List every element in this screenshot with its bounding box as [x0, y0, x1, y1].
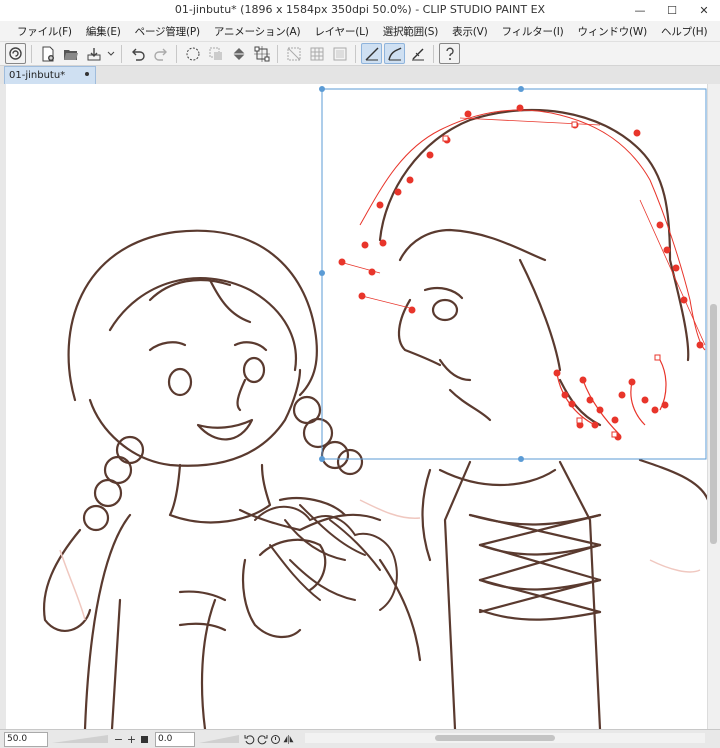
- new-file-icon[interactable]: [37, 43, 58, 64]
- horizontal-scrollbar[interactable]: [305, 733, 705, 743]
- border-icon[interactable]: [329, 43, 350, 64]
- vector-correct-icon[interactable]: [407, 43, 428, 64]
- minimize-button[interactable]: —: [624, 0, 656, 21]
- help-icon[interactable]: [439, 43, 460, 64]
- grid-icon[interactable]: [306, 43, 327, 64]
- artwork: [6, 84, 708, 729]
- tab-label: 01-jinbutu*: [9, 70, 66, 81]
- zoom-slider[interactable]: [52, 735, 108, 743]
- hide-selection-icon[interactable]: [283, 43, 304, 64]
- rotate-left-icon[interactable]: [243, 733, 256, 746]
- menu-edit[interactable]: 編集(E): [79, 24, 128, 39]
- title-bar: 01-jinbutu* (1896 x 1584px 350dpi 50.0%)…: [0, 0, 720, 21]
- unsaved-dot-icon: [85, 72, 89, 76]
- toolbar-separator: [176, 44, 177, 63]
- invert-selection-icon[interactable]: [205, 43, 226, 64]
- flip-icon[interactable]: [282, 733, 295, 746]
- open-file-icon[interactable]: [60, 43, 81, 64]
- toolbar-separator: [277, 44, 278, 63]
- zoom-in-button[interactable]: +: [125, 733, 138, 746]
- transform-icon[interactable]: [251, 43, 272, 64]
- menu-selection[interactable]: 選択範囲(S): [376, 24, 445, 39]
- document-tab-bar: 01-jinbutu*: [0, 66, 720, 85]
- save-dropdown-chevron-icon[interactable]: [106, 43, 116, 64]
- zoom-out-button[interactable]: −: [112, 733, 125, 746]
- fill-icon[interactable]: [228, 43, 249, 64]
- canvas[interactable]: [0, 84, 720, 729]
- redo-icon[interactable]: [150, 43, 171, 64]
- deselect-icon[interactable]: [182, 43, 203, 64]
- menu-bar: ファイル(F) 編集(E) ページ管理(P) アニメーション(A) レイヤー(L…: [0, 21, 720, 41]
- vector-curve-icon[interactable]: [384, 43, 405, 64]
- clip-studio-logo-icon[interactable]: [5, 43, 26, 64]
- fit-icon[interactable]: [138, 733, 151, 746]
- menu-file[interactable]: ファイル(F): [10, 24, 79, 39]
- horizontal-scrollbar-thumb[interactable]: [435, 735, 555, 741]
- zoom-field[interactable]: 50.0: [4, 731, 48, 747]
- undo-icon[interactable]: [127, 43, 148, 64]
- toolbar-separator: [31, 44, 32, 63]
- rotate-right-icon[interactable]: [256, 733, 269, 746]
- vertical-scrollbar-thumb[interactable]: [710, 304, 717, 544]
- close-button[interactable]: ✕: [688, 0, 720, 21]
- window-title: 01-jinbutu* (1896 x 1584px 350dpi 50.0%)…: [174, 3, 546, 16]
- command-bar: [0, 41, 720, 66]
- maximize-button[interactable]: ☐: [656, 0, 688, 21]
- toolbar-separator: [355, 44, 356, 63]
- rotate-slider[interactable]: [199, 735, 239, 743]
- menu-window[interactable]: ウィンドウ(W): [571, 24, 654, 39]
- toolbar-separator: [433, 44, 434, 63]
- save-icon[interactable]: [83, 43, 104, 64]
- menu-filter[interactable]: フィルター(I): [495, 24, 571, 39]
- toolbar-separator: [121, 44, 122, 63]
- menu-animation[interactable]: アニメーション(A): [207, 24, 307, 39]
- status-bar: 50.0 − + 0.0: [0, 729, 720, 748]
- reset-rotation-icon[interactable]: [269, 733, 282, 746]
- menu-view[interactable]: 表示(V): [445, 24, 494, 39]
- vertical-scrollbar[interactable]: [707, 84, 720, 729]
- menu-layer[interactable]: レイヤー(L): [307, 24, 375, 39]
- vector-line-icon[interactable]: [361, 43, 382, 64]
- rotate-field[interactable]: 0.0: [155, 731, 195, 747]
- menu-page[interactable]: ページ管理(P): [128, 24, 207, 39]
- menu-help[interactable]: ヘルプ(H): [654, 24, 714, 39]
- tab-document[interactable]: 01-jinbutu*: [4, 66, 96, 84]
